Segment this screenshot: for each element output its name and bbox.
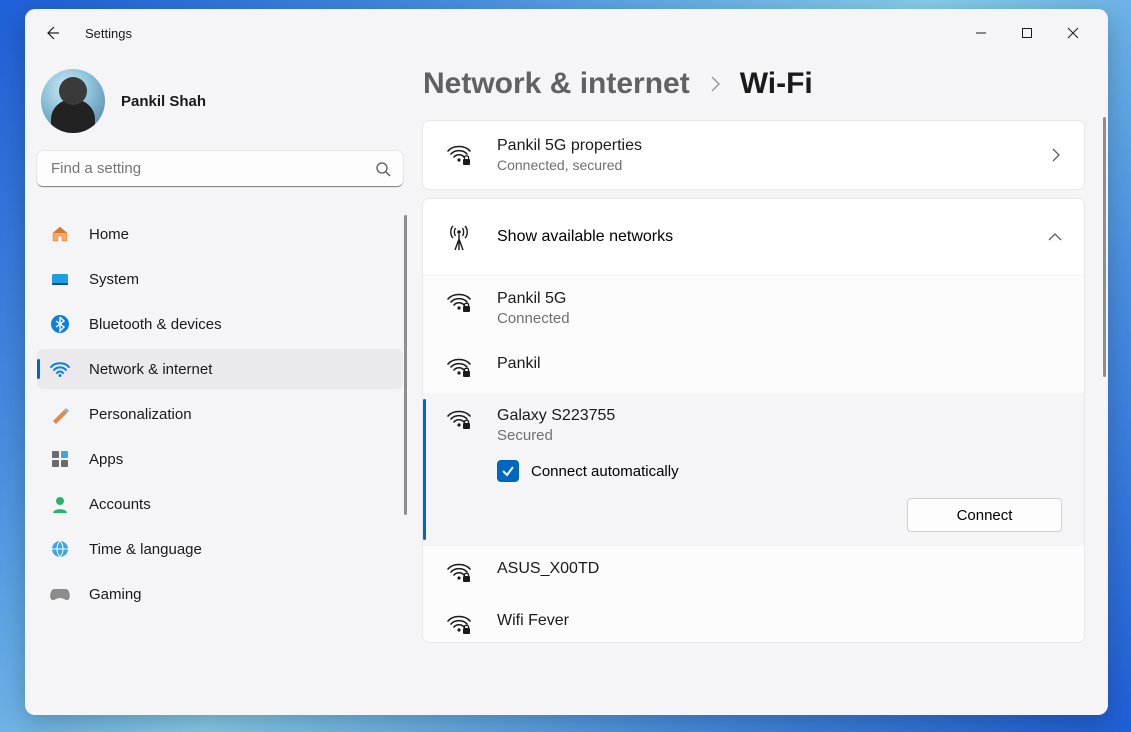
sidebar-item-network[interactable]: Network & internet bbox=[37, 349, 403, 389]
main-scrollbar[interactable] bbox=[1103, 117, 1106, 377]
wifi-secured-icon bbox=[445, 355, 473, 379]
sidebar-item-system[interactable]: System bbox=[37, 259, 403, 299]
connect-button[interactable]: Connect bbox=[907, 498, 1062, 532]
sidebar-item-label: Network & internet bbox=[89, 361, 212, 378]
sidebar-item-time[interactable]: Time & language bbox=[37, 529, 403, 569]
main-content: Network & internet Wi-Fi Pankil 5G prope… bbox=[415, 57, 1108, 715]
network-status: Secured bbox=[497, 427, 1062, 444]
chevron-up-icon bbox=[1048, 232, 1062, 242]
system-icon bbox=[49, 268, 71, 290]
wifi-secured-icon bbox=[445, 143, 473, 167]
network-item-selected[interactable]: Galaxy S223755 Secured Connect automatic… bbox=[423, 393, 1084, 546]
settings-window: Settings Pankil Shah bbox=[25, 9, 1108, 715]
sidebar-item-apps[interactable]: Apps bbox=[37, 439, 403, 479]
gaming-icon bbox=[49, 583, 71, 605]
sidebar-item-bluetooth[interactable]: Bluetooth & devices bbox=[37, 304, 403, 344]
connect-auto-checkbox[interactable] bbox=[497, 460, 519, 482]
profile-name: Pankil Shah bbox=[121, 93, 206, 110]
properties-subtitle: Connected, secured bbox=[497, 157, 642, 173]
time-language-icon bbox=[49, 538, 71, 560]
sidebar-item-home[interactable]: Home bbox=[37, 214, 403, 254]
home-icon bbox=[49, 223, 71, 245]
avatar bbox=[41, 69, 105, 133]
profile[interactable]: Pankil Shah bbox=[37, 57, 403, 151]
network-ssid: Wifi Fever bbox=[497, 612, 569, 630]
app-body: Pankil Shah Home bbox=[25, 57, 1108, 715]
connect-button-label: Connect bbox=[957, 507, 1013, 524]
search-icon bbox=[375, 161, 391, 177]
network-ssid: Galaxy S223755 bbox=[497, 407, 1062, 425]
close-icon bbox=[1067, 27, 1079, 39]
chevron-right-icon bbox=[708, 75, 722, 93]
sidebar: Pankil Shah Home bbox=[25, 57, 415, 715]
breadcrumb-parent[interactable]: Network & internet bbox=[423, 67, 690, 101]
search-input[interactable] bbox=[37, 151, 403, 187]
network-item[interactable]: Pankil bbox=[423, 341, 1084, 393]
minimize-icon bbox=[975, 27, 987, 39]
breadcrumb-current: Wi-Fi bbox=[740, 67, 813, 101]
sidebar-item-label: System bbox=[89, 271, 139, 288]
back-arrow-icon bbox=[44, 25, 60, 41]
wifi-properties-row[interactable]: Pankil 5G properties Connected, secured bbox=[423, 121, 1084, 189]
network-ssid: ASUS_X00TD bbox=[497, 560, 599, 578]
connect-automatically-row[interactable]: Connect automatically bbox=[497, 460, 1062, 482]
maximize-icon bbox=[1021, 27, 1033, 39]
network-status: Connected bbox=[497, 310, 570, 327]
app-title: Settings bbox=[85, 26, 132, 41]
window-controls bbox=[958, 17, 1096, 49]
maximize-button[interactable] bbox=[1004, 17, 1050, 49]
personalization-icon bbox=[49, 403, 71, 425]
sidebar-item-label: Time & language bbox=[89, 541, 202, 558]
close-button[interactable] bbox=[1050, 17, 1096, 49]
available-networks-title: Show available networks bbox=[497, 228, 673, 246]
sidebar-scrollbar[interactable] bbox=[404, 215, 407, 515]
network-ssid: Pankil bbox=[497, 355, 541, 373]
back-button[interactable] bbox=[37, 18, 67, 48]
network-item[interactable]: Wifi Fever bbox=[423, 598, 1084, 642]
wifi-secured-icon bbox=[445, 290, 473, 314]
network-item[interactable]: ASUS_X00TD bbox=[423, 546, 1084, 598]
sidebar-item-label: Home bbox=[89, 226, 129, 243]
wifi-secured-icon bbox=[445, 560, 473, 584]
sidebar-item-label: Accounts bbox=[89, 496, 151, 513]
wifi-icon bbox=[49, 358, 71, 380]
network-item[interactable]: Pankil 5G Connected bbox=[423, 276, 1084, 341]
accounts-icon bbox=[49, 493, 71, 515]
sidebar-item-label: Gaming bbox=[89, 586, 142, 603]
connect-auto-label: Connect automatically bbox=[531, 463, 679, 480]
checkmark-icon bbox=[501, 464, 515, 478]
wifi-secured-icon bbox=[445, 407, 473, 431]
apps-icon bbox=[49, 448, 71, 470]
wifi-properties-card[interactable]: Pankil 5G properties Connected, secured bbox=[423, 121, 1084, 189]
network-ssid: Pankil 5G bbox=[497, 290, 570, 308]
available-networks-panel: Show available networks Pankil 5G Connec… bbox=[423, 199, 1084, 642]
sidebar-item-label: Personalization bbox=[89, 406, 192, 423]
search-box[interactable] bbox=[37, 151, 403, 187]
chevron-right-icon bbox=[1050, 148, 1062, 162]
antenna-icon bbox=[445, 223, 473, 251]
minimize-button[interactable] bbox=[958, 17, 1004, 49]
bluetooth-icon bbox=[49, 313, 71, 335]
sidebar-item-accounts[interactable]: Accounts bbox=[37, 484, 403, 524]
breadcrumb: Network & internet Wi-Fi bbox=[423, 67, 1084, 101]
titlebar: Settings bbox=[25, 9, 1108, 57]
properties-title: Pankil 5G properties bbox=[497, 137, 642, 155]
sidebar-item-label: Bluetooth & devices bbox=[89, 316, 222, 333]
wifi-secured-icon bbox=[445, 612, 473, 636]
sidebar-item-gaming[interactable]: Gaming bbox=[37, 574, 403, 614]
sidebar-nav: Home System Bluetooth & devices bbox=[37, 209, 403, 619]
sidebar-item-personalization[interactable]: Personalization bbox=[37, 394, 403, 434]
sidebar-item-label: Apps bbox=[89, 451, 123, 468]
show-available-networks[interactable]: Show available networks bbox=[423, 199, 1084, 276]
